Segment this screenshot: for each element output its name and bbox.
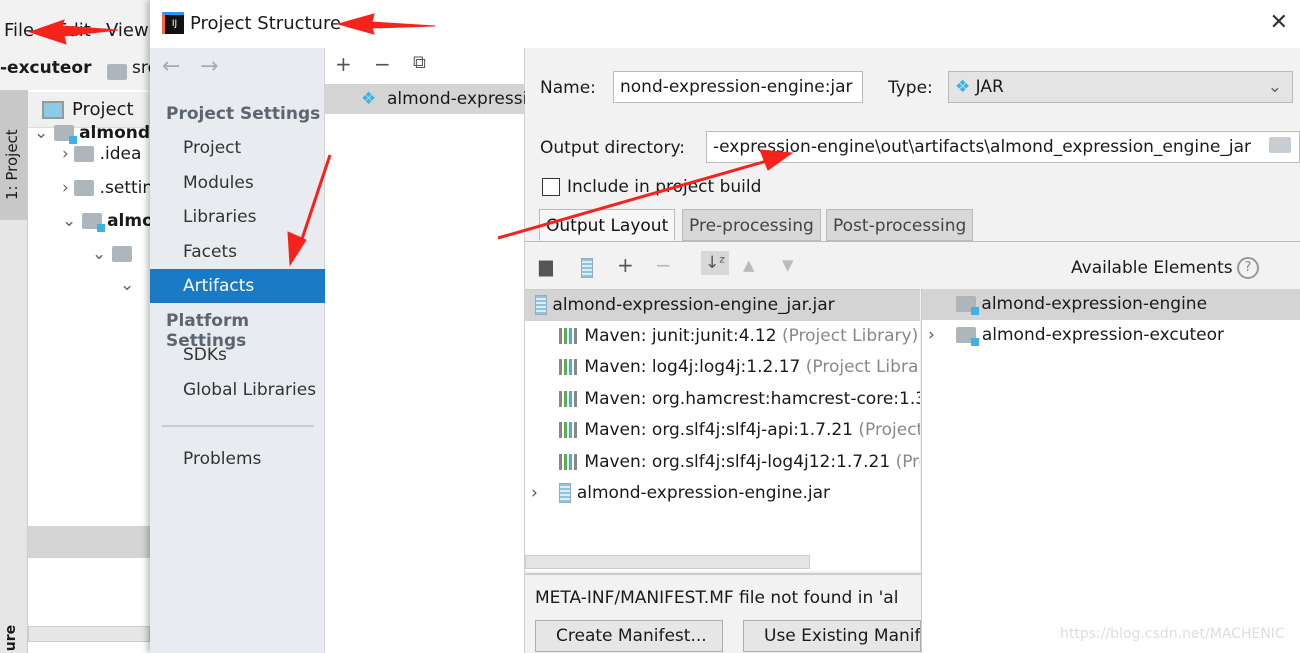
arrow-annotation bbox=[497, 158, 771, 240]
arrow-annotation bbox=[298, 154, 332, 246]
arrow-annotation bbox=[759, 149, 794, 171]
annotation-arrows bbox=[28, 13, 794, 267]
arrow-annotation bbox=[336, 13, 436, 35]
arrow-annotation bbox=[28, 19, 119, 45]
